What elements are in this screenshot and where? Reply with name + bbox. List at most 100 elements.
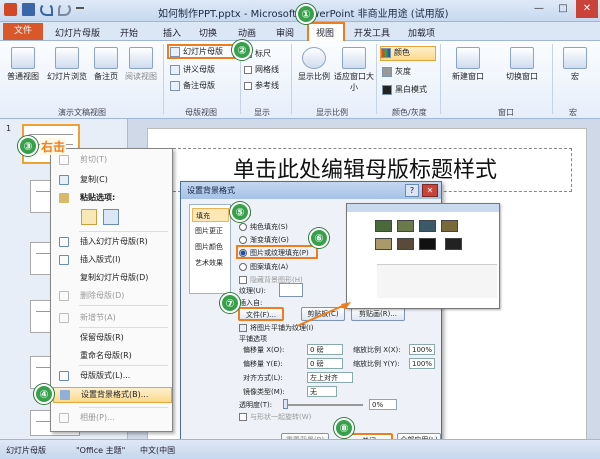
insert-layout-icon <box>59 255 69 265</box>
paste-keep-source-icon[interactable] <box>81 209 97 225</box>
image-thumbnail[interactable] <box>397 238 414 250</box>
alignment-dropdown[interactable]: 左上对齐 <box>307 372 353 383</box>
menu-item-format-background[interactable]: 设置背景格式(B)... <box>53 387 172 403</box>
powerpoint-icon[interactable] <box>4 3 17 16</box>
transparency-slider-thumb[interactable] <box>283 399 288 409</box>
offset-x-input[interactable]: 0 磅 <box>307 344 343 355</box>
menu-item-preserve-master[interactable]: 保留母版(R) <box>53 331 172 345</box>
tab-home[interactable]: 开始 <box>120 26 138 39</box>
texture-picker[interactable] <box>279 283 303 297</box>
menu-item-duplicate-master[interactable]: 复制幻灯片母版(D) <box>53 271 172 285</box>
pattern-fill-option[interactable]: 图案填充(A) <box>239 262 288 272</box>
nav-artistic-effects[interactable]: 艺术效果 <box>192 256 229 270</box>
undo-icon[interactable] <box>40 3 53 16</box>
macros-button[interactable]: 宏 <box>558 47 592 82</box>
tab-view[interactable]: 视图 <box>316 26 334 39</box>
switch-window-button[interactable]: 切换窗口 <box>500 47 544 82</box>
tab-slide-master[interactable]: 幻灯片母版 <box>55 26 100 39</box>
image-thumbnail[interactable] <box>419 220 436 232</box>
zoom-button[interactable]: 显示比例 <box>296 47 332 82</box>
menu-item-master-layout[interactable]: 母版版式(L)... <box>53 369 172 383</box>
menu-item-cut[interactable]: 剪切(T) <box>53 153 172 167</box>
handout-master-icon <box>170 64 180 75</box>
minimize-button[interactable]: — <box>528 0 550 18</box>
mirror-dropdown[interactable]: 无 <box>307 386 337 397</box>
offset-y-input[interactable]: 0 磅 <box>307 358 343 369</box>
nav-picture-color[interactable]: 图片颜色 <box>192 240 229 254</box>
menu-item-rename-master[interactable]: 重命名母版(R) <box>53 349 172 363</box>
normal-view-icon <box>11 47 35 69</box>
image-thumbnail[interactable] <box>419 238 436 250</box>
help-button[interactable]: ? <box>405 184 419 197</box>
ribbon-separator <box>552 44 553 114</box>
copy-icon <box>59 175 69 185</box>
nav-picture-corrections[interactable]: 图片更正 <box>192 224 229 238</box>
macro-label: 宏 <box>571 72 579 81</box>
handout-master-button[interactable]: 讲义母版 <box>170 64 215 75</box>
dialog-title: 设置背景格式 <box>181 182 441 199</box>
nav-fill[interactable]: 填充 <box>192 208 229 222</box>
color-button[interactable]: 颜色 <box>380 46 436 61</box>
tab-insert[interactable]: 插入 <box>163 26 181 39</box>
tab-review[interactable]: 审阅 <box>276 26 294 39</box>
customize-qat-icon[interactable] <box>76 7 84 20</box>
radio-button <box>239 236 247 244</box>
ribbon-separator <box>291 44 292 114</box>
slide-master-icon <box>170 46 180 57</box>
solid-fill-option[interactable]: 纯色填充(S) <box>239 222 288 232</box>
ribbon-separator <box>440 44 441 114</box>
picture-texture-fill-option[interactable]: 图片或纹理填充(P) <box>239 248 309 258</box>
tile-options-label: 平铺选项 <box>239 335 267 343</box>
fit-window-label: 适应窗口大小 <box>334 72 374 92</box>
rotate-with-shape-checkbox[interactable]: 与形状一起旋转(W) <box>239 412 311 422</box>
new-window-button[interactable]: 新建窗口 <box>446 47 490 82</box>
save-icon[interactable] <box>22 3 35 16</box>
menu-item-delete-master[interactable]: 删除母版(D) <box>53 289 172 303</box>
sorter-view-button[interactable]: 幻灯片浏览 <box>44 47 90 82</box>
slide-master-button[interactable]: 幻灯片母版 <box>170 46 223 57</box>
paste-picture-icon[interactable] <box>103 209 119 225</box>
tab-transitions[interactable]: 切换 <box>199 26 217 39</box>
redo-icon[interactable] <box>58 3 71 16</box>
scale-y-input[interactable]: 100% <box>409 358 435 369</box>
tab-addins[interactable]: 加载项 <box>408 26 435 39</box>
image-thumbnail[interactable] <box>445 238 462 250</box>
guides-checkbox[interactable]: 参考线 <box>244 80 279 91</box>
grid-checkbox[interactable]: 网格线 <box>244 64 279 75</box>
dialog-close-icon[interactable]: ✕ <box>422 184 438 197</box>
close-window-button[interactable]: ✕ <box>576 0 598 18</box>
transparency-input[interactable]: 0% <box>369 399 397 410</box>
notes-master-button[interactable]: 备注母版 <box>170 80 215 91</box>
notes-page-button[interactable]: 备注页 <box>91 47 121 82</box>
grayscale-button[interactable]: 灰度 <box>382 66 411 77</box>
tab-file[interactable]: 文件 <box>3 23 43 40</box>
maximize-button[interactable]: □ <box>552 0 574 18</box>
mirror-label: 镜像类型(M): <box>243 388 285 396</box>
image-thumbnail[interactable] <box>375 220 392 232</box>
menu-item-photo-album[interactable]: 相册(P)... <box>53 411 172 425</box>
black-white-button[interactable]: 黑白模式 <box>382 84 427 95</box>
group-label-show: 显示 <box>254 108 270 117</box>
fit-window-button[interactable]: 适应窗口大小 <box>334 47 374 93</box>
menu-label: 保留母版(R) <box>80 333 124 342</box>
menu-item-insert-layout[interactable]: 插入版式(I) <box>53 253 172 267</box>
handout-master-label: 讲义母版 <box>183 65 215 74</box>
scale-x-input[interactable]: 100% <box>409 344 435 355</box>
menu-item-insert-master[interactable]: 插入幻灯片母版(R) <box>53 235 172 249</box>
tab-animations[interactable]: 动画 <box>238 26 256 39</box>
transparency-slider[interactable] <box>283 404 363 406</box>
menu-item-copy[interactable]: 复制(C) <box>53 173 172 187</box>
file-button[interactable]: 文件(F)... <box>238 307 284 321</box>
reading-view-button[interactable]: 阅读视图 <box>122 47 160 82</box>
insert-picture-preview <box>346 203 500 309</box>
normal-view-button[interactable]: 普通视图 <box>4 47 42 82</box>
clipart-button[interactable]: 剪贴画(R)... <box>351 307 405 321</box>
tab-developer[interactable]: 开发工具 <box>354 26 390 39</box>
gradient-fill-option[interactable]: 渐变填充(G) <box>239 235 289 245</box>
image-thumbnail[interactable] <box>441 220 458 232</box>
image-thumbnail[interactable] <box>375 238 392 250</box>
option-label: 图案填充(A) <box>250 263 289 271</box>
notes-master-label: 备注母版 <box>183 81 215 90</box>
menu-item-add-section[interactable]: 新增节(A) <box>53 311 172 325</box>
image-thumbnail[interactable] <box>397 220 414 232</box>
